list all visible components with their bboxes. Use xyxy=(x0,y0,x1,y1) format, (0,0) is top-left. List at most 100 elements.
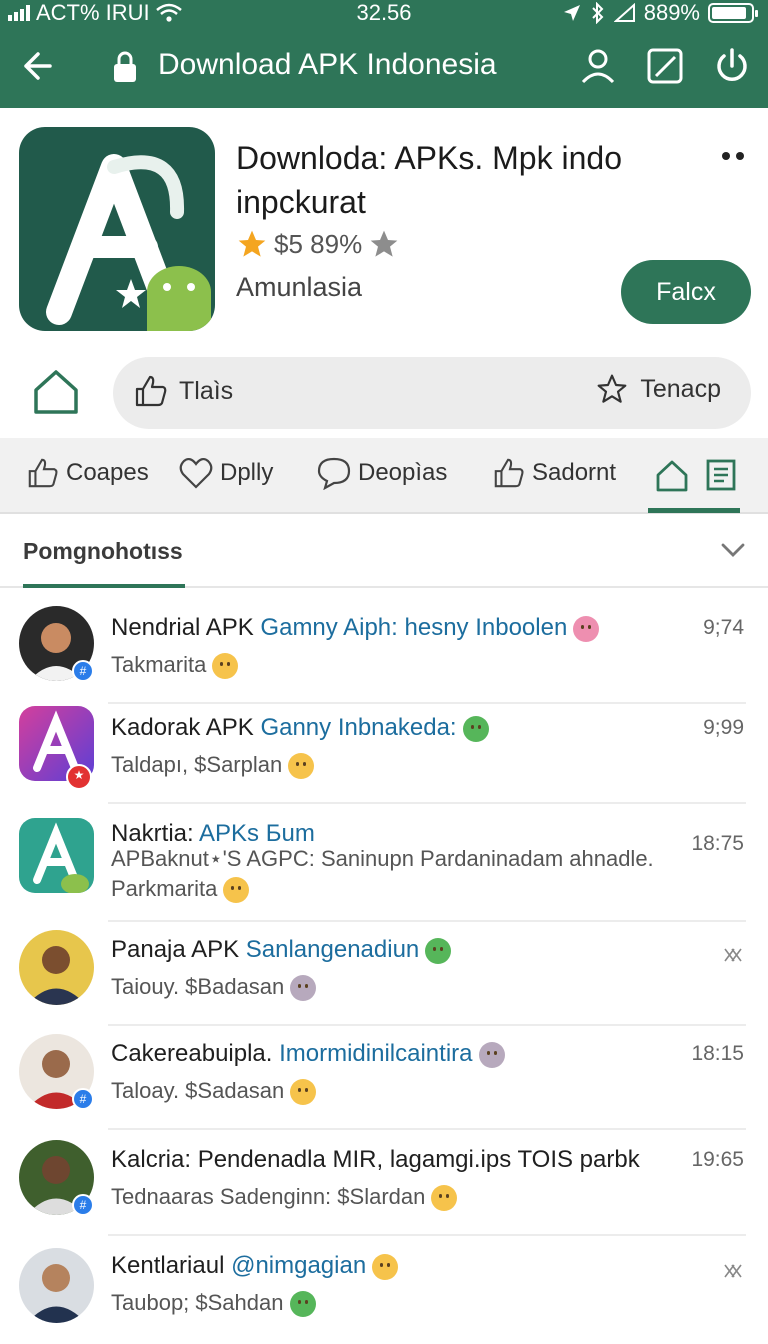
list-item[interactable]: # Cakereabuipla. Imormidinilcaintira Tal… xyxy=(0,1026,768,1130)
item-subtitle: Takmarita xyxy=(111,652,239,680)
thumbs-up-icon xyxy=(28,458,58,488)
verified-badge-icon: # xyxy=(72,1088,94,1110)
app-bar: Download APK Indonesia xyxy=(0,36,768,100)
back-arrow-icon[interactable] xyxy=(14,44,58,88)
item-title: Nakrtia: APKs Бum xyxy=(111,820,315,847)
tab-label: Dplly xyxy=(220,459,274,486)
item-title: Kadorak APK Ganny Inbnakeda: xyxy=(111,714,489,742)
like-action[interactable]: Tlaìs xyxy=(133,373,233,409)
divider xyxy=(108,802,746,804)
tab-label: Coapes xyxy=(66,459,149,486)
bluetooth-icon xyxy=(592,2,604,24)
favorite-action[interactable]: Tenacp xyxy=(596,373,721,405)
tab-label: Sadornt xyxy=(532,459,617,486)
tab-coapes[interactable]: Coapes xyxy=(26,456,149,490)
tab-label: Deopìas xyxy=(358,459,448,486)
app-rating: $5 89% xyxy=(236,228,400,260)
list-item[interactable]: # Kalcria: Pendenadla MIR, lagamgi.ips T… xyxy=(0,1132,768,1236)
item-subtitle: Taiouy. $Badasan xyxy=(111,974,317,1002)
status-bar: ACT% IRUI 32.56 889% xyxy=(0,0,768,28)
star-filled-icon xyxy=(238,230,266,257)
emoji-icon xyxy=(462,715,489,742)
item-time: 18:15 xyxy=(691,1042,744,1065)
section-underline xyxy=(23,584,185,588)
section-header[interactable]: Pomgnohotıss xyxy=(0,514,768,588)
emoji-icon xyxy=(289,1291,316,1318)
star-gray-icon xyxy=(370,230,398,257)
item-title: Kalcria: Pendenadla MIR, lagamgi.ips TOI… xyxy=(111,1146,640,1173)
battery-icon xyxy=(708,3,758,23)
emoji-icon xyxy=(290,975,317,1002)
divider xyxy=(108,1128,746,1130)
rating-text: $5 89% xyxy=(274,228,363,259)
favorite-label: Tenacp xyxy=(640,374,721,403)
emoji-icon xyxy=(478,1041,505,1068)
dismiss-icon[interactable] xyxy=(722,946,744,964)
list-item[interactable]: Kentlariaul @nimgagian Taubop; $Sahdan xyxy=(0,1238,768,1342)
active-tab-indicator xyxy=(648,508,740,513)
list-item[interactable]: Nakrtia: APKs Бum APBaknut⋆'S AGPC: Sani… xyxy=(0,806,768,922)
item-subtitle: Taubop; $Sahdan xyxy=(111,1290,316,1318)
home-tab-icon[interactable] xyxy=(654,458,690,494)
item-time: 9;99 xyxy=(703,716,744,739)
tab-sadornt[interactable]: Sadornt xyxy=(492,456,616,490)
dismiss-icon[interactable] xyxy=(722,1262,744,1280)
item-time: 9;74 xyxy=(703,616,744,639)
tab-bar: Coapes Dplly Deopìas Sadornt xyxy=(0,438,768,514)
emoji-icon xyxy=(290,1079,317,1106)
list-item[interactable]: ★ Kadorak APK Ganny Inbnakeda: Taldapı, … xyxy=(0,700,768,804)
emoji-icon xyxy=(212,653,239,680)
heart-icon xyxy=(179,457,213,489)
like-label: Tlaìs xyxy=(179,376,234,405)
emoji-icon xyxy=(372,1253,399,1280)
chat-bubble-icon xyxy=(317,457,351,490)
avatar xyxy=(19,1248,94,1323)
verified-badge-icon: # xyxy=(72,660,94,682)
emoji-icon xyxy=(425,937,452,964)
item-title: Panaja APK Sanlangenadiun xyxy=(111,936,452,964)
tab-dplly[interactable]: Dplly xyxy=(178,456,273,490)
item-title: Cakereabuipla. Imormidinilcaintira xyxy=(111,1040,505,1068)
emoji-icon xyxy=(573,615,600,642)
item-subtitle: Taldapı, $Sarplan xyxy=(111,752,315,780)
chevron-down-icon[interactable] xyxy=(720,540,746,560)
top-app-bar: ACT% IRUI 32.56 889% Download APK Indone… xyxy=(0,0,768,108)
install-button[interactable]: Falcx xyxy=(621,260,751,324)
thumbs-up-icon xyxy=(494,458,524,488)
list-item[interactable]: Panaja APK Sanlangenadiun Taiouy. $Badas… xyxy=(0,922,768,1026)
item-subtitle: Tednaaras Sadenginn: $Slardan xyxy=(111,1184,458,1212)
location-icon xyxy=(563,5,580,21)
emoji-icon xyxy=(431,1185,458,1212)
power-icon[interactable] xyxy=(712,46,752,86)
emoji-icon xyxy=(288,753,315,780)
avatar xyxy=(19,930,94,1005)
item-subtitle: APBaknut⋆'S AGPC: Saninupn Pardaninadam … xyxy=(111,846,654,871)
app-icon xyxy=(19,127,215,331)
divider xyxy=(108,1234,746,1236)
item-title: Kentlariaul @nimgagian xyxy=(111,1252,399,1280)
app-name: Downloda: APKs. Mpk indo inpckurat xyxy=(236,140,622,220)
star-outline-icon xyxy=(597,374,627,403)
item-subtitle: Taloay. $Sadasan xyxy=(111,1078,317,1106)
document-tab-icon[interactable] xyxy=(704,458,738,494)
thumbs-up-icon xyxy=(135,375,167,407)
list-item[interactable]: # Nendrial APK Gamny Aiph: hesny Inboole… xyxy=(0,600,768,704)
app-bar-title: Download APK Indonesia xyxy=(158,48,497,81)
section-title: Pomgnohotıss xyxy=(23,538,183,564)
item-time: 19:65 xyxy=(691,1148,744,1171)
home-icon[interactable] xyxy=(28,366,84,418)
item-time: 18:75 xyxy=(691,832,744,855)
verified-badge-icon: # xyxy=(72,1194,94,1216)
cellular-icon xyxy=(613,3,635,22)
avatar xyxy=(19,818,94,893)
battery-percent: 889% xyxy=(643,0,700,25)
item-title: Nendrial APK Gamny Aiph: hesny Inboolen xyxy=(111,614,600,642)
tab-deopias[interactable]: Deopìas xyxy=(316,456,447,490)
action-pill: Tlaìs Tenacp xyxy=(113,357,751,429)
item-subtitle-secondary: Parkmarita xyxy=(111,876,250,904)
more-options-icon[interactable] xyxy=(714,146,752,166)
edit-square-icon[interactable] xyxy=(645,46,685,86)
person-icon[interactable] xyxy=(578,46,618,86)
lock-icon xyxy=(114,51,136,82)
publisher-name: Amunlasia xyxy=(236,272,363,302)
